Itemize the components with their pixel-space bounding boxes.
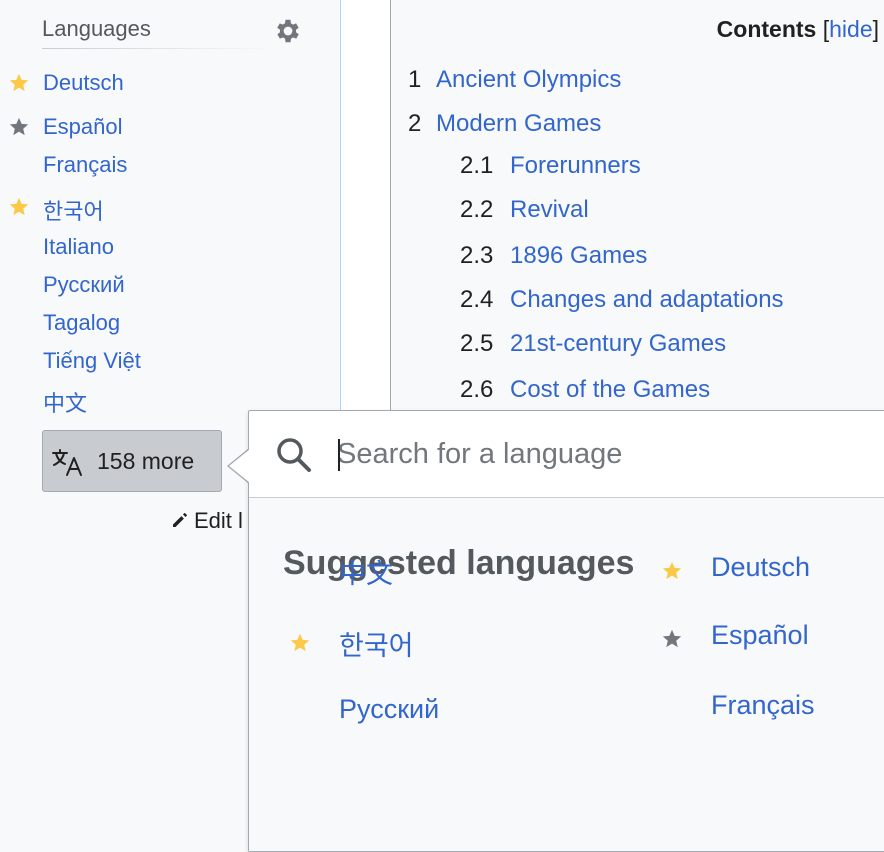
language-selector-popup: Suggested languages 中文 Deutsch 한국어 Español Р…: [248, 410, 884, 852]
sidebar-language-item[interactable]: Italiano: [0, 234, 300, 264]
sidebar-language-link[interactable]: Français: [43, 152, 127, 178]
star-icon: [290, 633, 310, 652]
popup-body: Suggested languages 中文 Deutsch 한국어 Español Р…: [249, 498, 884, 851]
sidebar-language-link[interactable]: Tagalog: [43, 310, 120, 336]
toc-item[interactable]: 2.1 Forerunners: [460, 152, 641, 180]
heading-divider: [42, 48, 272, 49]
toc-number: 2: [408, 110, 422, 137]
sidebar-language-link[interactable]: 中文: [43, 386, 87, 418]
gear-icon[interactable]: [273, 16, 303, 46]
star-icon: [9, 73, 29, 92]
suggested-language-link[interactable]: Deutsch: [711, 552, 810, 583]
pencil-icon: [173, 513, 187, 527]
toc-number: 1: [408, 66, 422, 93]
toc-link[interactable]: Revival: [510, 196, 589, 223]
sidebar-language-link[interactable]: 한국어: [43, 194, 104, 226]
toc-title: Contents [hide]: [717, 16, 879, 43]
toc-number: 2.6: [460, 376, 494, 403]
language-search-input[interactable]: [337, 431, 857, 477]
sidebar-language-item[interactable]: 한국어: [0, 194, 300, 224]
sidebar-language-link[interactable]: Tiếng Việt: [43, 348, 141, 374]
toc-link[interactable]: Ancient Olympics: [436, 66, 621, 93]
toc-link[interactable]: 21st-century Games: [510, 330, 726, 357]
edit-links[interactable]: Edit l: [170, 508, 243, 534]
toc-link[interactable]: 1896 Games: [510, 242, 647, 269]
sidebar-language-link[interactable]: Deutsch: [43, 70, 124, 96]
toc-item[interactable]: 1 Ancient Olympics: [408, 66, 621, 94]
edit-links-label: Edit l: [194, 508, 243, 533]
search-row: [249, 411, 884, 498]
sidebar-language-link[interactable]: Русский: [43, 272, 125, 298]
sidebar-language-item[interactable]: Français: [0, 152, 300, 182]
star-icon: [662, 629, 682, 648]
toc-heading: Contents: [716, 16, 817, 42]
toc-link[interactable]: Changes and adaptations: [510, 286, 784, 313]
sidebar-language-link[interactable]: Español: [43, 114, 123, 140]
text-cursor: [338, 439, 340, 471]
toc-number: 2.1: [460, 152, 494, 179]
suggested-languages-heading: Suggested languages: [283, 544, 635, 582]
toc-number: 2.3: [460, 242, 494, 269]
more-languages-button[interactable]: 158 more: [42, 430, 222, 492]
toc-item[interactable]: 2.5 21st-century Games: [460, 330, 726, 358]
toc-item[interactable]: 2 Modern Games: [408, 110, 601, 138]
star-icon: [662, 561, 682, 580]
toc-number: 2.5: [460, 330, 494, 357]
toc-hide-toggle[interactable]: hide: [829, 16, 872, 42]
toc-link[interactable]: Modern Games: [436, 110, 601, 137]
toc-link[interactable]: Cost of the Games: [510, 376, 710, 403]
suggested-language-link[interactable]: Español: [711, 620, 809, 651]
more-languages-label: 158 more: [97, 448, 195, 474]
toc-number: 2.2: [460, 196, 494, 223]
toc-item[interactable]: 2.6 Cost of the Games: [460, 376, 710, 404]
search-icon: [277, 438, 311, 472]
sidebar-language-item[interactable]: Tagalog: [0, 310, 300, 340]
sidebar-language-item[interactable]: Tiếng Việt: [0, 348, 300, 378]
toc-link[interactable]: Forerunners: [510, 152, 641, 179]
sidebar-language-item[interactable]: Русский: [0, 272, 300, 302]
suggested-language-link[interactable]: Français: [711, 690, 815, 721]
popup-caret: [229, 449, 250, 483]
languages-heading: Languages: [42, 16, 151, 41]
suggested-language-link[interactable]: 한국어: [339, 624, 414, 663]
toc-bracket-close: ]: [872, 16, 879, 42]
translate-icon: [52, 449, 82, 476]
sidebar-language-link[interactable]: Italiano: [43, 234, 114, 260]
suggested-language-link[interactable]: 中文: [339, 552, 393, 591]
toc-item[interactable]: 2.3 1896 Games: [460, 242, 647, 270]
toc-number: 2.4: [460, 286, 494, 313]
suggested-language-link[interactable]: Русский: [339, 694, 439, 725]
star-icon: [9, 117, 29, 136]
sidebar-language-item[interactable]: Deutsch: [0, 70, 300, 100]
star-icon: [9, 197, 29, 216]
sidebar-language-item[interactable]: Español: [0, 114, 300, 144]
toc-item[interactable]: 2.2 Revival: [460, 196, 589, 224]
toc-item[interactable]: 2.4 Changes and adaptations: [460, 286, 784, 314]
